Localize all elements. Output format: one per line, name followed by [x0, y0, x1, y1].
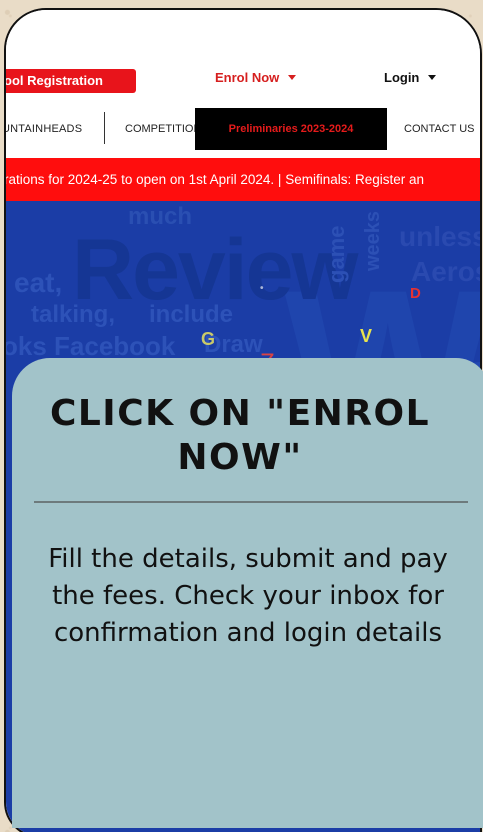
nav-item-contact-us[interactable]: CONTACT US — [404, 123, 475, 135]
enrol-now-menu[interactable]: Enrol Now — [215, 70, 297, 85]
nav-item-competitions[interactable]: COMPETITIONS — [125, 123, 195, 135]
dropdown-item-label: Preliminaries 2023-2024 — [228, 123, 354, 135]
word-cloud-word: much — [128, 203, 193, 230]
word-cloud-word: eat, — [14, 267, 63, 298]
top-header: ool Registration Enrol Now Login — [6, 10, 480, 108]
floating-letter-g: G — [201, 329, 216, 349]
word-cloud-word: talking, — [31, 301, 116, 328]
caret-down-icon — [428, 75, 437, 80]
floating-letter-d: D — [410, 285, 421, 302]
enrol-now-label: Enrol Now — [215, 70, 280, 85]
announcement-ticker[interactable]: rations for 2024-25 to open on 1st April… — [6, 158, 480, 201]
floating-dot: • — [260, 283, 264, 294]
floating-letter-v: V — [360, 326, 373, 346]
school-registration-label: ool Registration — [4, 73, 103, 88]
nav-item-fountainheads[interactable]: UNTAINHEADS — [6, 123, 82, 135]
card-divider — [34, 501, 468, 503]
word-cloud-word: Aerosp — [411, 256, 480, 287]
word-cloud-word: unless — [399, 221, 480, 252]
card-title: CLICK ON "ENROL NOW" — [49, 393, 431, 478]
login-menu[interactable]: Login — [384, 70, 437, 85]
word-cloud-word: game — [324, 225, 349, 283]
login-label: Login — [384, 70, 420, 85]
card-body-text: Fill the details, submit and pay the fee… — [48, 544, 448, 648]
instruction-card: CLICK ON "ENROL NOW" Fill the details, s… — [12, 358, 483, 828]
word-cloud-word: include — [149, 301, 234, 328]
ticker-text: rations for 2024-25 to open on 1st April… — [6, 172, 425, 187]
caret-down-icon — [288, 75, 297, 80]
dropdown-item-preliminaries[interactable]: Preliminaries 2023-2024 — [195, 108, 387, 150]
school-registration-button[interactable]: ool Registration — [4, 69, 136, 93]
main-nav: UNTAINHEADS COMPETITIONS Preliminaries 2… — [6, 108, 480, 152]
nav-divider — [104, 112, 105, 144]
word-cloud-word: weeks — [362, 210, 384, 271]
